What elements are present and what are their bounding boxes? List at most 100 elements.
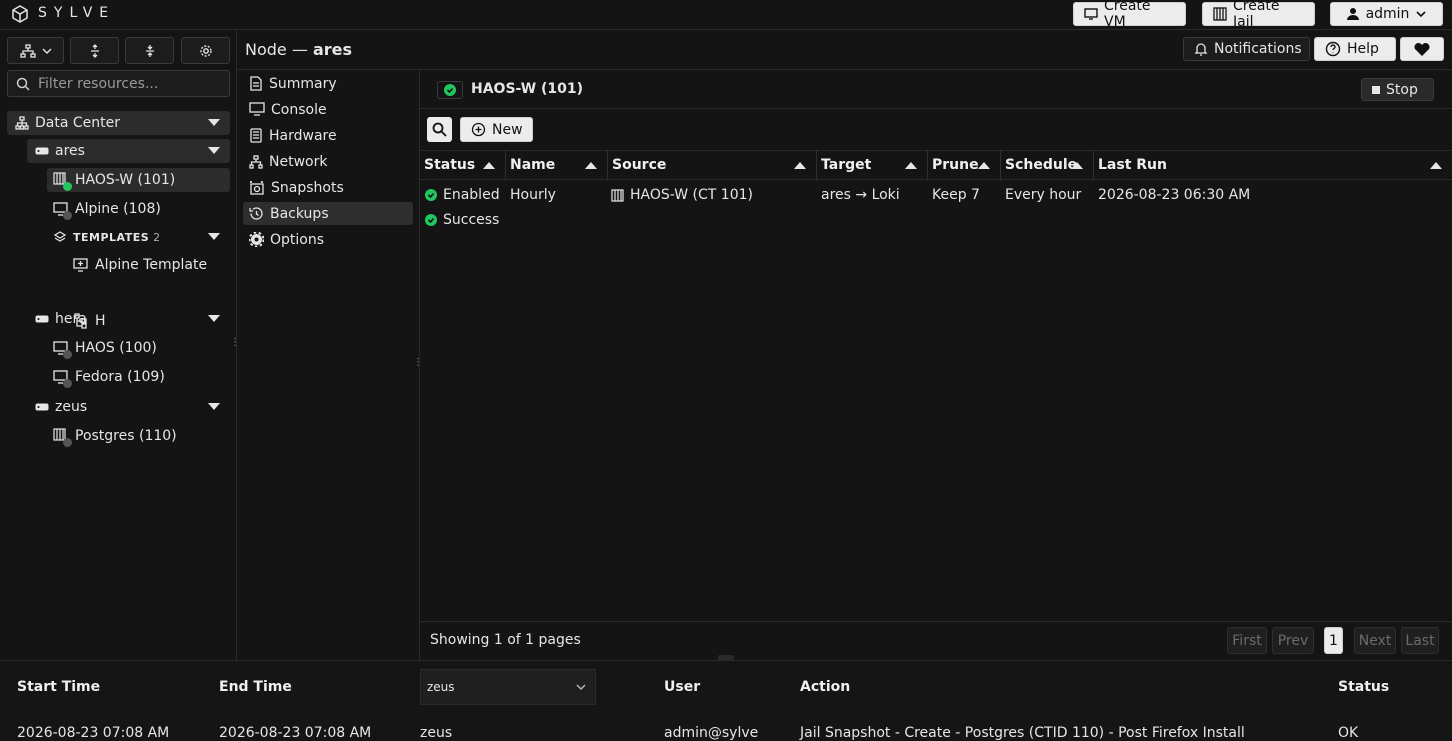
expand-all-button[interactable] [70, 37, 119, 64]
tree-item-alpine[interactable]: Alpine (108) [47, 197, 230, 221]
help-label: Help [1347, 41, 1379, 57]
expand-icon [88, 43, 102, 58]
server-icon [35, 402, 49, 412]
column-header-target[interactable]: Target [817, 150, 928, 180]
collapse-all-button[interactable] [125, 37, 174, 64]
notifications-button[interactable]: Notifications [1183, 37, 1310, 61]
tree-node-zeus[interactable]: zeus [27, 395, 230, 419]
tree-item-haos-w[interactable]: HAOS-W (101) [47, 168, 230, 192]
column-target-label: Target [821, 157, 872, 173]
cell-source: HAOS-W (CT 101) [611, 185, 753, 205]
collapse-icon [143, 44, 157, 58]
cell-status-success: Success [425, 210, 499, 230]
page-title: Node — ares [245, 40, 352, 59]
column-header-last-run[interactable]: Last Run [1094, 150, 1452, 180]
create-vm-button[interactable]: Create VM [1073, 0, 1186, 30]
help-button[interactable]: Help [1314, 37, 1396, 61]
nav-item-backups[interactable]: Backups [243, 202, 413, 225]
sort-asc-icon [585, 162, 597, 169]
column-header-source[interactable]: Source [608, 150, 817, 180]
log-col-user: User [664, 679, 701, 695]
jail-icon [53, 428, 72, 447]
log-start-time: 2026-08-23 07:08 AM [17, 725, 170, 741]
cell-name: Hourly [510, 187, 556, 203]
tree-templates-group[interactable]: TEMPLATES 2 [47, 225, 230, 249]
resource-title: HAOS-W (101) [471, 81, 584, 97]
column-header-schedule[interactable]: Schedule [1001, 150, 1094, 180]
tree-datacenter[interactable]: Data Center [7, 111, 230, 135]
datacenter-caret-icon[interactable] [208, 119, 220, 126]
first-page-button[interactable]: First [1227, 627, 1267, 654]
node-nav-panel: Summary Console Hardware Network Snapsho… [237, 70, 423, 660]
templates-caret-icon[interactable] [208, 233, 220, 240]
user-menu-button[interactable]: admin [1330, 2, 1443, 26]
pagination-summary: Showing 1 of 1 pages [430, 632, 581, 648]
nav-item-hardware[interactable]: Hardware [243, 124, 413, 147]
backups-panel: HAOS-W (101) Stop New Status Name Source… [420, 70, 1452, 660]
column-header-prune[interactable]: Prune [928, 150, 1001, 180]
nav-backups-label: Backups [270, 205, 329, 222]
app-logo-text: SYLVE [38, 5, 116, 21]
node-header: Node — ares Notifications Help [237, 30, 1452, 70]
tree-item-postgres[interactable]: Postgres (110) [47, 424, 230, 448]
nav-item-options[interactable]: Options [243, 228, 413, 251]
tree-node-ares[interactable]: ares [27, 139, 230, 163]
network-icon [249, 154, 263, 169]
nav-summary-label: Summary [269, 75, 337, 92]
next-page-button[interactable]: Next [1354, 627, 1396, 654]
server-icon [35, 314, 49, 324]
new-backup-button[interactable]: New [460, 117, 533, 142]
nav-item-console[interactable]: Console [243, 98, 413, 121]
nav-snapshots-label: Snapshots [271, 179, 344, 196]
node-filter-select[interactable]: zeus [420, 669, 596, 705]
last-page-button[interactable]: Last [1401, 627, 1439, 654]
sidebar-settings-button[interactable] [181, 37, 230, 64]
monitor-icon [53, 201, 72, 220]
gear-icon [249, 232, 264, 247]
jail-icon [53, 172, 72, 191]
nav-item-network[interactable]: Network [243, 150, 413, 173]
log-user: admin@sylve [664, 725, 759, 741]
stop-button[interactable]: Stop [1361, 78, 1434, 101]
status-ok-icon [444, 84, 456, 96]
cell-last-run: 2026-08-23 06:30 AM [1098, 187, 1251, 203]
tree-template-alpine[interactable]: Alpine Template [67, 253, 230, 277]
page-1-button[interactable]: 1 [1324, 627, 1343, 654]
document-icon [249, 76, 263, 91]
templates-count: 2 [153, 230, 161, 244]
search-button[interactable] [427, 117, 452, 142]
check-circle-icon [425, 189, 437, 201]
column-header-status[interactable]: Status [420, 150, 506, 180]
donate-button[interactable] [1400, 37, 1444, 61]
tree-item-haos[interactable]: HAOS (100) [47, 336, 230, 360]
cell-prune: Keep 7 [932, 187, 980, 203]
jail-icon [1213, 7, 1227, 21]
nav-item-snapshots[interactable]: Snapshots [243, 176, 413, 199]
user-icon [1346, 7, 1360, 21]
nav-options-label: Options [270, 231, 325, 248]
item-haos-w-label: HAOS-W (101) [75, 172, 176, 188]
node-ares-caret-icon[interactable] [208, 147, 220, 154]
column-prune-label: Prune [932, 157, 979, 173]
tree-node-hera[interactable]: hera [27, 307, 230, 331]
sort-asc-icon [978, 162, 990, 169]
status-success-text: Success [443, 212, 500, 228]
chevron-down-icon [575, 681, 587, 693]
item-haos-label: HAOS (100) [75, 340, 157, 356]
monitor-icon [53, 369, 72, 388]
node-prefix: Node — [245, 40, 308, 59]
nav-item-summary[interactable]: Summary [243, 72, 413, 95]
create-jail-button[interactable]: Create Jail [1202, 0, 1315, 30]
column-header-name[interactable]: Name [506, 150, 608, 180]
tree-item-fedora[interactable]: Fedora (109) [47, 365, 230, 389]
prev-page-button[interactable]: Prev [1272, 627, 1314, 654]
nav-network-label: Network [269, 153, 328, 170]
templates-label: TEMPLATES [73, 230, 150, 244]
tree-view-toggle-button[interactable] [7, 37, 64, 64]
node-zeus-caret-icon[interactable] [208, 403, 220, 410]
bell-icon [1194, 42, 1208, 56]
filter-resources-input[interactable]: Filter resources... [7, 70, 230, 97]
log-col-status: Status [1338, 679, 1390, 695]
node-hera-caret-icon[interactable] [208, 315, 220, 322]
